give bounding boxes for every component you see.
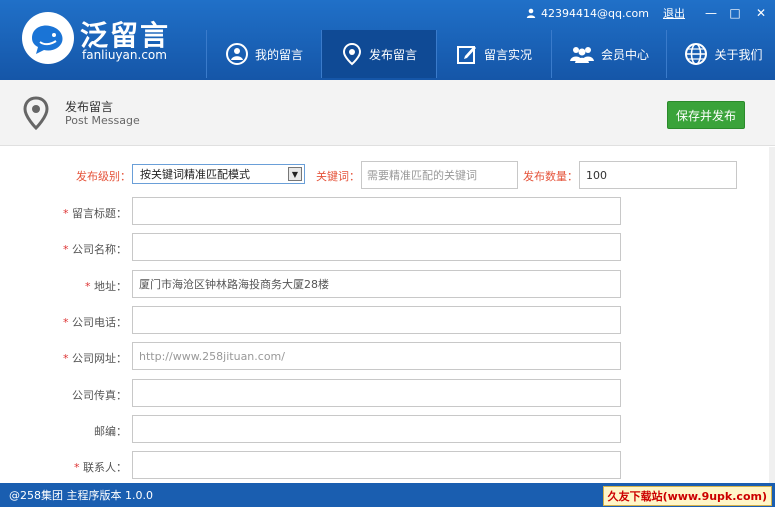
chevron-down-icon[interactable]: ▼ (288, 167, 302, 181)
user-email: 42394414@qq.com (541, 6, 649, 20)
whale-logo-icon (32, 25, 63, 54)
maximize-button[interactable]: □ (723, 4, 747, 22)
keyword-label: 关键词： (316, 170, 360, 183)
nav-label: 发布留言 (368, 47, 417, 62)
status-bar: @258集团 主程序版本 1.0.0 久友下载站(www.9upk.com) (0, 483, 775, 507)
zip-code-input[interactable] (132, 415, 621, 443)
company-fax-input[interactable] (132, 379, 621, 407)
publish-count-label: 发布数量： (523, 170, 578, 183)
main-nav: 我的留言 发布留言 留言实况 会员中心 关于我们 (206, 30, 775, 78)
form-row-contact: * 联系人： (0, 451, 775, 479)
contact-person-input[interactable] (132, 451, 621, 479)
form-row-company: * 公司名称： (0, 233, 775, 261)
field-label: 邮编： (94, 425, 127, 438)
company-phone-input[interactable] (132, 306, 621, 334)
nav-about-us[interactable]: 关于我们 (666, 30, 775, 78)
nav-post-message[interactable]: 发布留言 (321, 30, 436, 78)
publish-level-select[interactable]: 按关键词精准匹配模式 ▼ (132, 164, 305, 184)
message-title-input[interactable] (132, 197, 621, 225)
location-pin-icon (23, 96, 49, 130)
minimize-button[interactable]: — (699, 4, 723, 22)
logo (22, 12, 74, 64)
page-title: 发布留言 (65, 100, 114, 114)
form-row-fax: 公司传真： (0, 379, 775, 407)
edit-icon (456, 46, 476, 64)
logout-link[interactable]: 退出 (663, 5, 685, 21)
nav-member-center[interactable]: 会员中心 (551, 30, 666, 78)
save-publish-button[interactable]: 保存并发布 (667, 101, 745, 129)
nav-label: 关于我们 (714, 47, 763, 62)
form-row-website: * 公司网址： http://www.258jituan.com/ (0, 342, 775, 370)
user-chat-icon (225, 43, 248, 65)
company-website-input[interactable]: http://www.258jituan.com/ (132, 342, 621, 370)
user-icon (526, 8, 536, 18)
logo-subtitle: fanliuyan.com (82, 48, 167, 62)
nav-my-messages[interactable]: 我的留言 (206, 30, 321, 78)
address-input[interactable]: 厦门市海沧区钟林路海投商务大厦28楼 (132, 270, 621, 298)
field-label: * 公司网址： (63, 352, 127, 365)
post-message-form: 发布级别： 按关键词精准匹配模式 ▼ 关键词： 需要精准匹配的关键词 发布数量：… (0, 147, 775, 483)
field-label: * 留言标题： (63, 207, 127, 220)
keyword-input[interactable]: 需要精准匹配的关键词 (361, 161, 518, 189)
page-title-bar: 发布留言 Post Message (0, 80, 775, 146)
form-row-title: * 留言标题： (0, 197, 775, 225)
form-row-zip: 邮编： (0, 415, 775, 443)
nav-label: 我的留言 (254, 47, 303, 62)
publish-count-input[interactable]: 100 (579, 161, 737, 189)
field-label: * 地址： (85, 280, 127, 293)
nav-label: 会员中心 (600, 47, 649, 62)
field-label: * 公司名称： (63, 243, 127, 256)
publish-level-value: 按关键词精准匹配模式 (140, 168, 250, 181)
form-row-address: * 地址： 厦门市海沧区钟林路海投商务大厦28楼 (0, 270, 775, 298)
topbar: 42394414@qq.com 退出 — □ ✕ (526, 4, 775, 22)
field-label: 公司传真： (72, 389, 127, 402)
page-subtitle: Post Message (65, 114, 140, 127)
publish-level-label: 发布级别： (76, 170, 131, 183)
form-scrollbar[interactable] (769, 147, 775, 483)
field-label: * 公司电话： (63, 316, 127, 329)
field-label: * 联系人： (74, 461, 127, 474)
watermark: 久友下载站(www.9upk.com) (602, 486, 772, 506)
nav-live-messages[interactable]: 留言实况 (436, 30, 551, 78)
version-text: @258集团 主程序版本 1.0.0 (9, 489, 153, 502)
members-icon (569, 47, 594, 63)
location-pin-icon (342, 42, 361, 66)
company-name-input[interactable] (132, 233, 621, 261)
close-button[interactable]: ✕ (747, 4, 775, 22)
form-row-phone: * 公司电话： (0, 306, 775, 334)
globe-icon (685, 43, 708, 65)
app-header: 泛留言 fanliuyan.com 42394414@qq.com 退出 — □… (0, 0, 775, 80)
nav-label: 留言实况 (483, 47, 532, 62)
